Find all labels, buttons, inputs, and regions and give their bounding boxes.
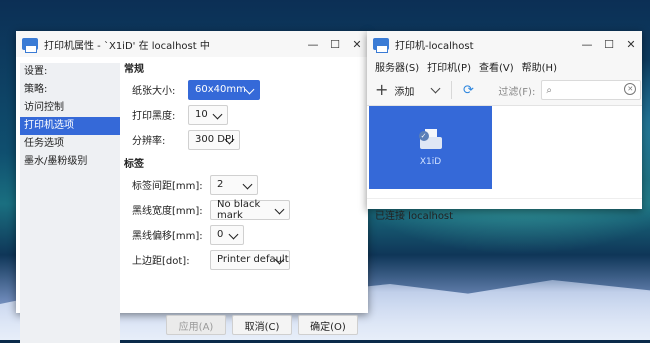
menubar: 服务器(S) 打印机(P) 查看(V) 帮助(H) xyxy=(367,57,642,75)
clear-icon[interactable]: ✕ xyxy=(624,83,637,95)
darkness-value: 10 xyxy=(195,109,208,120)
add-button[interactable]: + 添加 xyxy=(367,79,441,101)
search-icon: ⌕ xyxy=(546,84,552,96)
menu-help[interactable]: 帮助(H) xyxy=(518,59,561,74)
sidebar-item-printer-options[interactable]: 打印机选项 xyxy=(20,117,120,135)
sidebar-item-job-options[interactable]: 任务选项 xyxy=(20,135,120,153)
props-window-title: 打印机属性 - `X1iD' 在 localhost 中 xyxy=(44,40,210,52)
printer-options-pane: 常规 纸张大小: 60x40mm 打印黑度: 10 分辨率: 300 DPI 标… xyxy=(124,63,360,313)
chevron-down-icon xyxy=(228,229,239,239)
toolbar-separator xyxy=(451,81,453,99)
sidebar-item-access-control[interactable]: 访问控制 xyxy=(20,99,120,117)
black-mark-offset-select[interactable]: 0 xyxy=(210,224,244,245)
black-mark-width-select[interactable]: No black mark xyxy=(210,199,290,221)
menu-server[interactable]: 服务器(S) xyxy=(371,59,423,74)
label-heading: 标签 xyxy=(124,159,144,170)
paper-size-value: 60x40mm xyxy=(195,84,246,95)
props-titlebar[interactable]: 打印机属性 - `X1iD' 在 localhost 中 — ☐ ✕ xyxy=(16,31,368,57)
paper-size-select[interactable]: 60x40mm xyxy=(188,79,260,100)
sidebar-item-policies[interactable]: 策略: xyxy=(20,81,120,99)
printer-name: X1iD xyxy=(419,156,442,167)
dialog-footer: 应用(A) 取消(C) 确定(O) xyxy=(166,315,358,335)
gap-value: 2 xyxy=(217,179,224,190)
maximize-icon[interactable]: ☐ xyxy=(598,34,620,54)
cancel-button[interactable]: 取消(C) xyxy=(232,315,292,335)
toolbar: + 添加 ⟳ 过滤(F): ⌕ ✕ xyxy=(367,75,642,106)
minimize-icon[interactable]: — xyxy=(302,34,324,54)
black-mark-offset-label: 黑线偏移[mm]: xyxy=(132,231,203,242)
printer-icon: ✓ xyxy=(418,128,443,153)
apply-button[interactable]: 应用(A) xyxy=(166,315,226,335)
printer-properties-window: 打印机属性 - `X1iD' 在 localhost 中 — ☐ ✕ 设置: 策… xyxy=(16,31,368,343)
refresh-icon[interactable]: ⟳ xyxy=(460,82,476,98)
sidebar-item-ink-levels[interactable]: 墨水/墨粉级别 xyxy=(20,153,120,171)
printer-item[interactable]: ✓ X1iD xyxy=(369,106,492,189)
printer-app-icon xyxy=(373,38,389,53)
resolution-label: 分辨率: xyxy=(132,136,166,147)
chevron-down-icon xyxy=(212,109,223,119)
black-mark-offset-value: 0 xyxy=(217,229,224,240)
props-sidebar: 设置: 策略: 访问控制 打印机选项 任务选项 墨水/墨粉级别 xyxy=(20,63,120,343)
minimize-icon[interactable]: — xyxy=(576,34,598,54)
general-heading: 常规 xyxy=(124,64,144,75)
printers-titlebar[interactable]: 打印机-localhost — ☐ ✕ xyxy=(367,31,642,57)
status-bar: 已连接 localhost xyxy=(367,198,642,229)
close-icon[interactable]: ✕ xyxy=(346,34,368,54)
darkness-label: 打印黑度: xyxy=(132,111,176,122)
paper-size-label: 纸张大小: xyxy=(132,86,176,97)
resolution-select[interactable]: 300 DPI xyxy=(188,129,240,150)
filter-label: 过滤(F): xyxy=(498,86,536,98)
menu-printer[interactable]: 打印机(P) xyxy=(423,59,475,74)
chevron-down-icon xyxy=(242,179,253,189)
printers-window: 打印机-localhost — ☐ ✕ 服务器(S) 打印机(P) 查看(V) … xyxy=(367,31,642,222)
add-label: 添加 xyxy=(394,86,415,98)
printer-list: ✓ X1iD xyxy=(367,106,642,198)
chevron-down-icon[interactable] xyxy=(430,83,441,94)
filter-input[interactable]: ⌕ ✕ xyxy=(541,80,642,100)
printers-window-title: 打印机-localhost xyxy=(395,40,474,52)
darkness-select[interactable]: 10 xyxy=(188,104,228,125)
sidebar-item-settings[interactable]: 设置: xyxy=(20,63,120,81)
top-margin-label: 上边距[dot]: xyxy=(132,256,190,267)
printer-app-icon xyxy=(22,38,38,53)
top-margin-select[interactable]: Printer default xyxy=(210,249,290,270)
gap-label: 标签间距[mm]: xyxy=(132,181,203,192)
menu-view[interactable]: 查看(V) xyxy=(475,59,518,74)
maximize-icon[interactable]: ☐ xyxy=(324,34,346,54)
gap-select[interactable]: 2 xyxy=(210,174,258,195)
chevron-down-icon xyxy=(244,84,255,94)
ok-button[interactable]: 确定(O) xyxy=(298,315,358,335)
close-icon[interactable]: ✕ xyxy=(620,34,642,54)
plus-icon: + xyxy=(375,80,389,99)
black-mark-width-label: 黑线宽度[mm]: xyxy=(132,206,203,217)
